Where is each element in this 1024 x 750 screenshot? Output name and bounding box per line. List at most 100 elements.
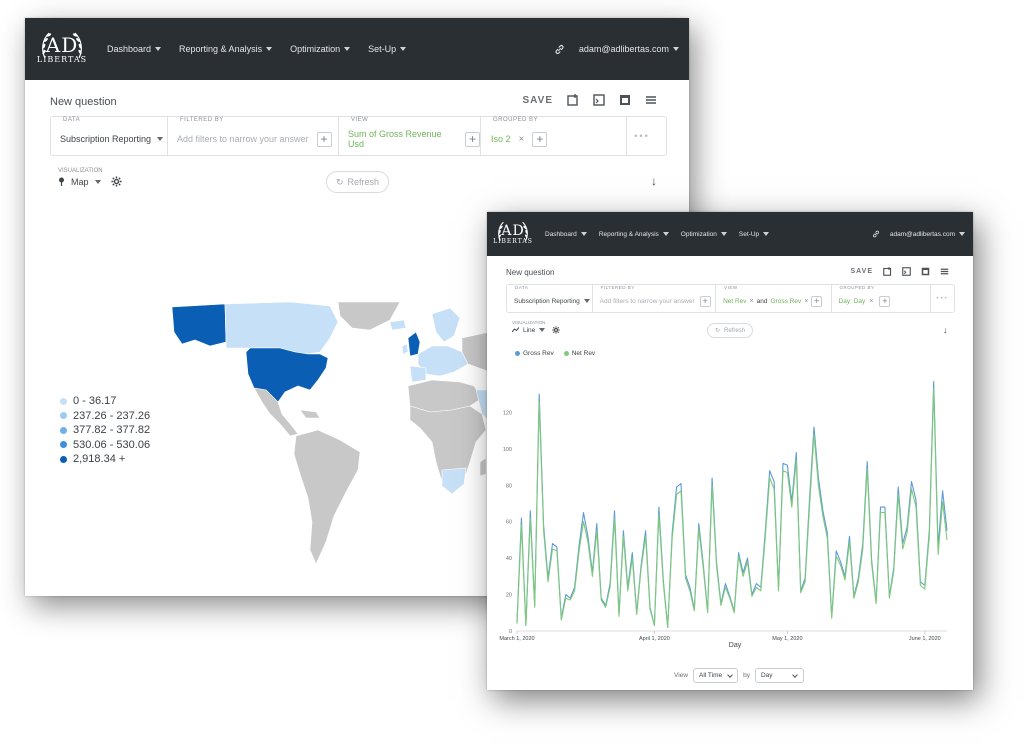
series-line-gross-rev[interactable] <box>516 380 948 628</box>
view-label: VIEW <box>724 285 738 290</box>
remove-net-rev-icon[interactable]: × <box>750 298 754 305</box>
group-label: GROUPED BY <box>839 285 875 290</box>
add-metric-button[interactable]: + <box>465 131 480 147</box>
data-value: Subscription Reporting <box>60 134 152 144</box>
add-filter-button[interactable]: + <box>316 131 332 147</box>
group-label: GROUPED BY <box>493 117 539 123</box>
laurel-icon <box>42 32 82 59</box>
x-axis-label: Day <box>729 642 742 649</box>
remove-gross-rev-icon[interactable]: × <box>804 298 808 305</box>
adlibertas-logo[interactable]: AD LIBERTAS <box>35 22 89 76</box>
save-button[interactable]: SAVE <box>523 95 554 106</box>
world-map <box>171 302 490 565</box>
menu-icon[interactable] <box>940 267 949 276</box>
visualization-picker[interactable]: Map <box>58 176 122 187</box>
top-navbar: AD LIBERTAS Dashboard Reporting & Analys… <box>487 212 973 256</box>
visualization-value: Map <box>71 176 89 187</box>
legend-label: 237.26 - 237.26 <box>73 409 151 422</box>
region-canada <box>224 302 339 355</box>
notebook-icon[interactable] <box>619 94 631 106</box>
more-icon[interactable]: ••• <box>936 296 948 302</box>
line-chart-icon <box>512 327 519 333</box>
time-unit-value: Day <box>760 672 773 679</box>
refresh-button[interactable]: ↻ Refresh <box>326 171 389 193</box>
filter-section[interactable]: FILTERED BY Add filters to narrow your a… <box>168 117 339 155</box>
add-group-button[interactable]: + <box>532 131 548 147</box>
legend-swatch <box>60 397 67 405</box>
add-group-button[interactable]: + <box>879 295 891 307</box>
legend-swatch <box>60 426 67 434</box>
add-filter-button[interactable]: + <box>699 295 711 307</box>
gear-icon[interactable] <box>552 326 560 334</box>
more-icon[interactable]: ••• <box>634 131 649 141</box>
remove-group-icon[interactable]: × <box>869 298 873 305</box>
group-section[interactable]: GROUPED BY Day: Day × + <box>832 285 932 312</box>
caret-down-icon <box>662 232 669 236</box>
region-south-america <box>293 429 361 565</box>
download-icon[interactable]: ↓ <box>651 174 657 188</box>
sql-editor-icon[interactable] <box>902 267 911 276</box>
nav-optimization[interactable]: Optimization <box>681 231 727 238</box>
nav-optimization[interactable]: Optimization <box>290 44 351 54</box>
data-section[interactable]: DATA Subscription Reporting <box>507 285 593 312</box>
gear-icon[interactable] <box>110 176 122 187</box>
add-metric-button[interactable]: + <box>811 295 823 307</box>
y-tick-label: 0 <box>509 629 512 635</box>
chevron-down-icon <box>791 671 798 678</box>
line-question-window: AD LIBERTAS Dashboard Reporting & Analys… <box>487 212 973 690</box>
nav-optimization-label: Optimization <box>680 230 717 238</box>
caret-down-icon <box>763 232 770 236</box>
nav-setup[interactable]: Set-Up <box>738 230 770 238</box>
add-to-dashboard-icon[interactable] <box>883 267 892 276</box>
nav-dashboard[interactable]: Dashboard <box>107 44 162 54</box>
caret-down-icon <box>580 232 587 236</box>
remove-group-icon[interactable]: × <box>519 134 525 145</box>
add-to-dashboard-icon[interactable] <box>567 94 579 106</box>
legend-swatch <box>60 455 67 463</box>
refresh-button[interactable]: ↻ Refresh <box>707 323 753 338</box>
link-icon[interactable] <box>554 44 565 55</box>
laurel-icon <box>498 221 528 241</box>
filter-section[interactable]: FILTERED BY Add filters to narrow your a… <box>593 285 717 312</box>
user-menu[interactable]: adam@adlibertas.com <box>890 231 965 238</box>
nav-reporting[interactable]: Reporting & Analysis <box>179 44 273 54</box>
caret-down-icon <box>266 47 273 51</box>
visualization-picker[interactable]: Line <box>512 326 560 334</box>
caret-down-icon <box>94 179 101 184</box>
more-section[interactable]: ••• <box>931 285 954 312</box>
sql-editor-icon[interactable] <box>593 94 605 106</box>
refresh-label: Refresh <box>724 327 746 334</box>
nav-reporting[interactable]: Reporting & Analysis <box>599 231 669 238</box>
more-section[interactable]: ••• <box>627 117 657 155</box>
time-range-select[interactable]: All Time <box>692 668 739 683</box>
time-unit-select[interactable]: Day <box>754 668 804 683</box>
data-section[interactable]: DATA Subscription Reporting <box>51 117 168 155</box>
nav-setup[interactable]: Set-Up <box>368 44 407 54</box>
region-caribbean <box>299 409 321 419</box>
question-toolbar: SAVE <box>523 94 658 106</box>
nav-setup-label: Set-Up <box>738 230 760 238</box>
group-section[interactable]: GROUPED BY Iso 2 × + <box>481 117 627 155</box>
link-icon[interactable] <box>872 230 880 238</box>
nav-dashboard[interactable]: Dashboard <box>545 231 587 238</box>
y-tick-label: 60 <box>506 520 512 526</box>
nav-reporting-label: Reporting & Analysis <box>179 44 263 54</box>
view-section[interactable]: VIEW Sum of Gross Revenue Usd + <box>339 117 481 155</box>
download-icon[interactable]: ↓ <box>943 325 948 335</box>
caret-down-icon <box>720 232 727 236</box>
save-button[interactable]: SAVE <box>850 268 873 275</box>
view-value-net-rev: Net Rev <box>723 297 747 305</box>
view-label: VIEW <box>351 117 369 123</box>
legend-swatch <box>60 441 67 449</box>
caret-down-icon <box>155 47 162 51</box>
user-email: adam@adlibertas.com <box>889 230 955 238</box>
adlibertas-logo[interactable]: AD LIBERTAS <box>493 214 533 254</box>
view-section[interactable]: VIEW Net Rev × and Gross Rev × + <box>716 285 832 312</box>
menu-icon[interactable] <box>645 94 657 106</box>
notebook-icon[interactable] <box>921 267 930 276</box>
series-line-net-rev[interactable] <box>516 388 948 628</box>
top-navbar: AD LIBERTAS Dashboard Reporting & Analys… <box>25 18 689 80</box>
chart-series <box>516 380 948 628</box>
region-eastern-europe <box>461 331 490 373</box>
user-menu[interactable]: adam@adlibertas.com <box>579 44 679 54</box>
